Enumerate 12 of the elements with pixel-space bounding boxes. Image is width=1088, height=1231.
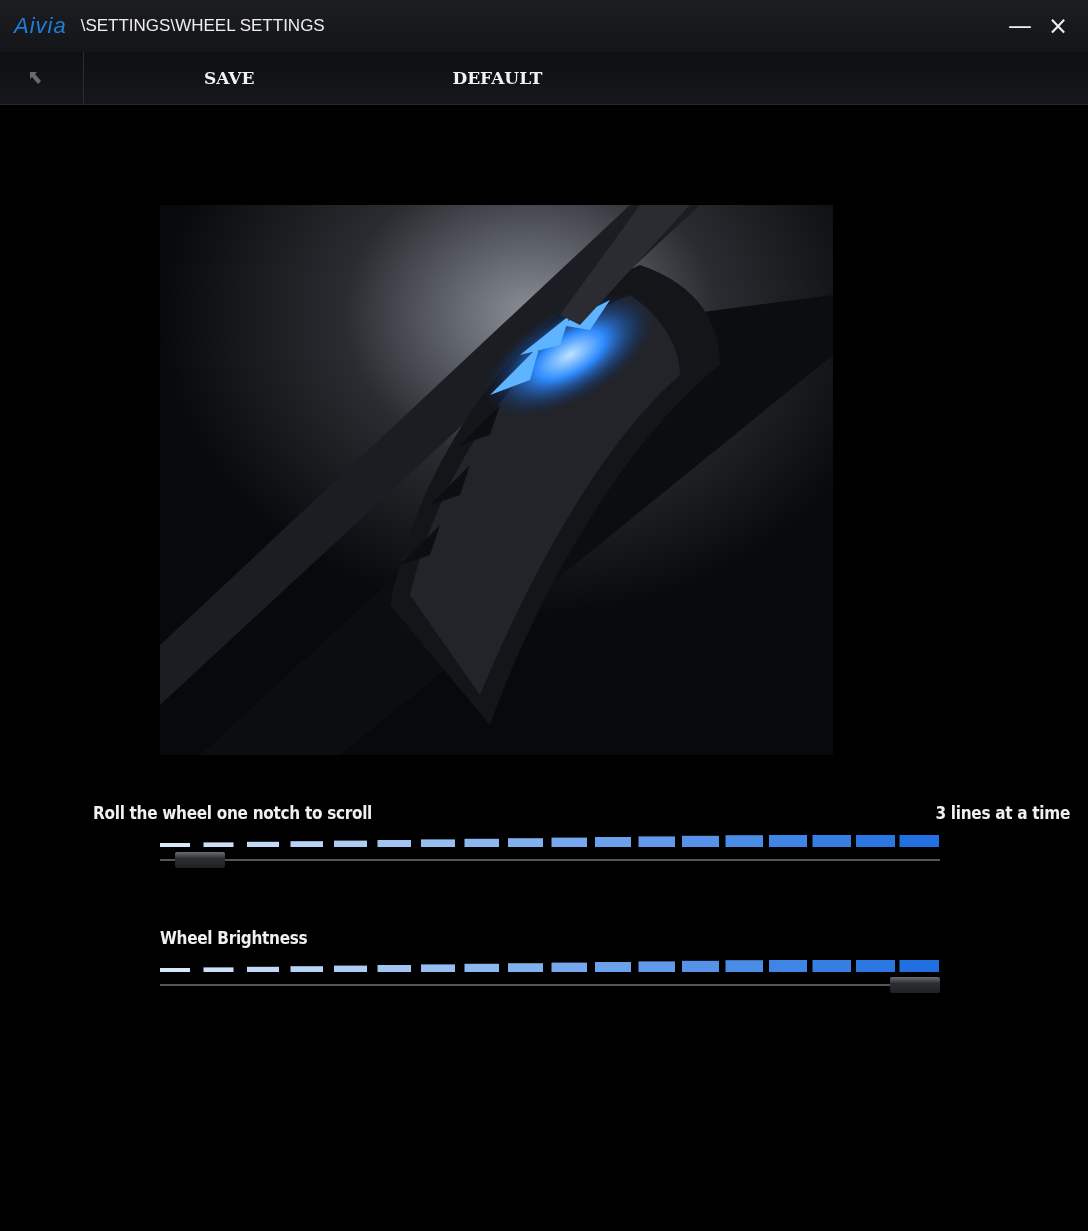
window-title: \SETTINGS\WHEEL SETTINGS bbox=[80, 16, 325, 36]
slider-label: Wheel Brightness bbox=[160, 928, 308, 950]
slider-reading: 3 lines at a time bbox=[935, 803, 1070, 825]
minimize-button[interactable]: — bbox=[999, 12, 1040, 40]
toolbar-button[interactable]: SAVE bbox=[198, 64, 261, 92]
slider-label: Roll the wheel one notch to scroll bbox=[93, 803, 373, 825]
slider-thumb[interactable] bbox=[174, 852, 225, 868]
app-logo: Aivia bbox=[14, 13, 67, 39]
slider-thumb[interactable] bbox=[890, 977, 940, 993]
close-button[interactable]: × bbox=[1039, 12, 1076, 40]
back-arrow-icon bbox=[28, 70, 42, 86]
toolbar-button[interactable]: DEFAULT bbox=[446, 64, 549, 92]
